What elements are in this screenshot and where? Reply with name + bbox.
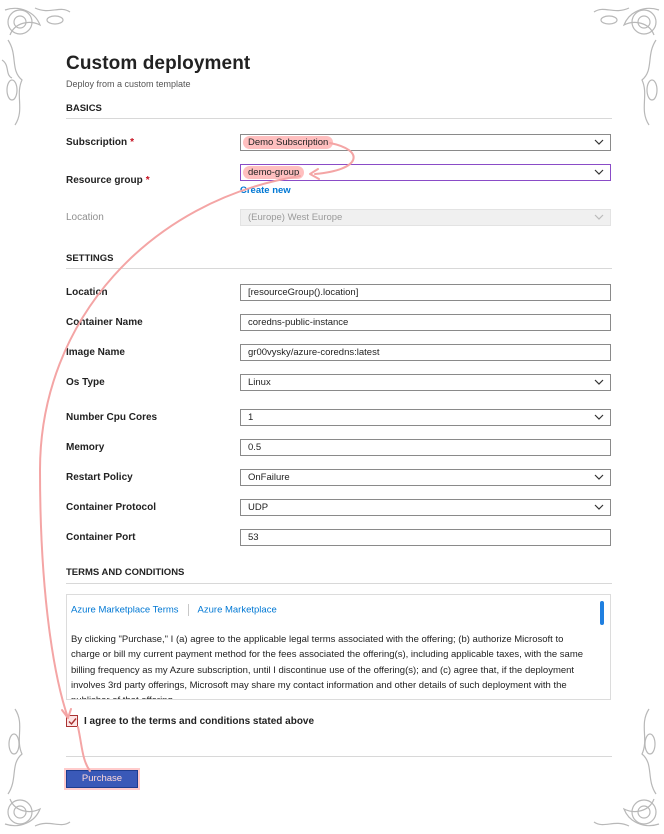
subscription-label: Subscription * xyxy=(66,137,135,148)
container-port-label: Container Port xyxy=(66,532,136,543)
location-label-disabled: Location xyxy=(66,212,104,223)
restart-policy-label: Restart Policy xyxy=(66,472,133,483)
resource-group-select[interactable]: demo-group xyxy=(240,164,611,181)
terms-links: Azure Marketplace Terms Azure Marketplace xyxy=(71,604,277,616)
os-type-label: Os Type xyxy=(66,377,105,388)
location-select-disabled: (Europe) West Europe xyxy=(240,209,611,226)
chevron-down-icon xyxy=(594,474,604,480)
restart-policy-select[interactable]: OnFailure xyxy=(240,469,611,486)
cpu-cores-label: Number Cpu Cores xyxy=(66,412,158,423)
resource-group-value: demo-group xyxy=(243,166,305,179)
container-protocol-select[interactable]: UDP xyxy=(240,499,611,516)
container-port-input[interactable]: 53 xyxy=(240,529,611,546)
subscription-select[interactable]: Demo Subscription xyxy=(240,134,611,151)
create-new-link[interactable]: Create new xyxy=(240,185,291,196)
section-title-basics: BASICS xyxy=(66,103,102,114)
divider xyxy=(66,268,612,269)
memory-label: Memory xyxy=(66,442,105,453)
floral-corner-bottom-right xyxy=(593,708,660,827)
chevron-down-icon xyxy=(594,214,604,220)
terms-text: By clicking "Purchase," I (a) agree to t… xyxy=(71,634,584,699)
purchase-button[interactable]: Purchase xyxy=(66,770,138,788)
location-value: (Europe) West Europe xyxy=(248,212,343,223)
chevron-down-icon xyxy=(594,504,604,510)
image-name-input[interactable]: gr00vysky/azure-coredns:latest xyxy=(240,344,611,361)
memory-input[interactable]: 0.5 xyxy=(240,439,611,456)
settings-location-input[interactable]: [resourceGroup().location] xyxy=(240,284,611,301)
divider xyxy=(66,118,612,119)
divider xyxy=(66,583,612,584)
chevron-down-icon xyxy=(594,169,604,175)
page-subtitle: Deploy from a custom template xyxy=(66,79,191,89)
chevron-down-icon xyxy=(594,379,604,385)
section-title-settings: SETTINGS xyxy=(66,253,114,264)
link-separator xyxy=(187,604,189,616)
resource-group-label: Resource group * xyxy=(66,175,150,186)
settings-location-label: Location xyxy=(66,287,108,298)
agree-checkbox[interactable] xyxy=(66,715,78,727)
page-title: Custom deployment xyxy=(66,53,251,74)
chevron-down-icon xyxy=(594,414,604,420)
marketplace-terms-link[interactable]: Azure Marketplace Terms xyxy=(71,605,179,616)
os-type-select[interactable]: Linux xyxy=(240,374,611,391)
chevron-down-icon xyxy=(594,139,604,145)
terms-box[interactable]: Azure Marketplace Terms Azure Marketplace… xyxy=(66,594,611,700)
container-name-label: Container Name xyxy=(66,317,143,328)
container-name-input[interactable]: coredns-public-instance xyxy=(240,314,611,331)
cpu-cores-select[interactable]: 1 xyxy=(240,409,611,426)
image-name-label: Image Name xyxy=(66,347,125,358)
terms-scrollbar[interactable] xyxy=(600,601,604,625)
marketplace-link[interactable]: Azure Marketplace xyxy=(198,605,277,616)
section-title-terms: TERMS AND CONDITIONS xyxy=(66,567,185,578)
agree-label: I agree to the terms and conditions stat… xyxy=(84,716,315,727)
subscription-value: Demo Subscription xyxy=(243,136,334,149)
container-protocol-label: Container Protocol xyxy=(66,502,157,513)
divider xyxy=(66,756,612,757)
floral-corner-top-right xyxy=(593,7,660,126)
checkmark-icon xyxy=(68,718,77,726)
